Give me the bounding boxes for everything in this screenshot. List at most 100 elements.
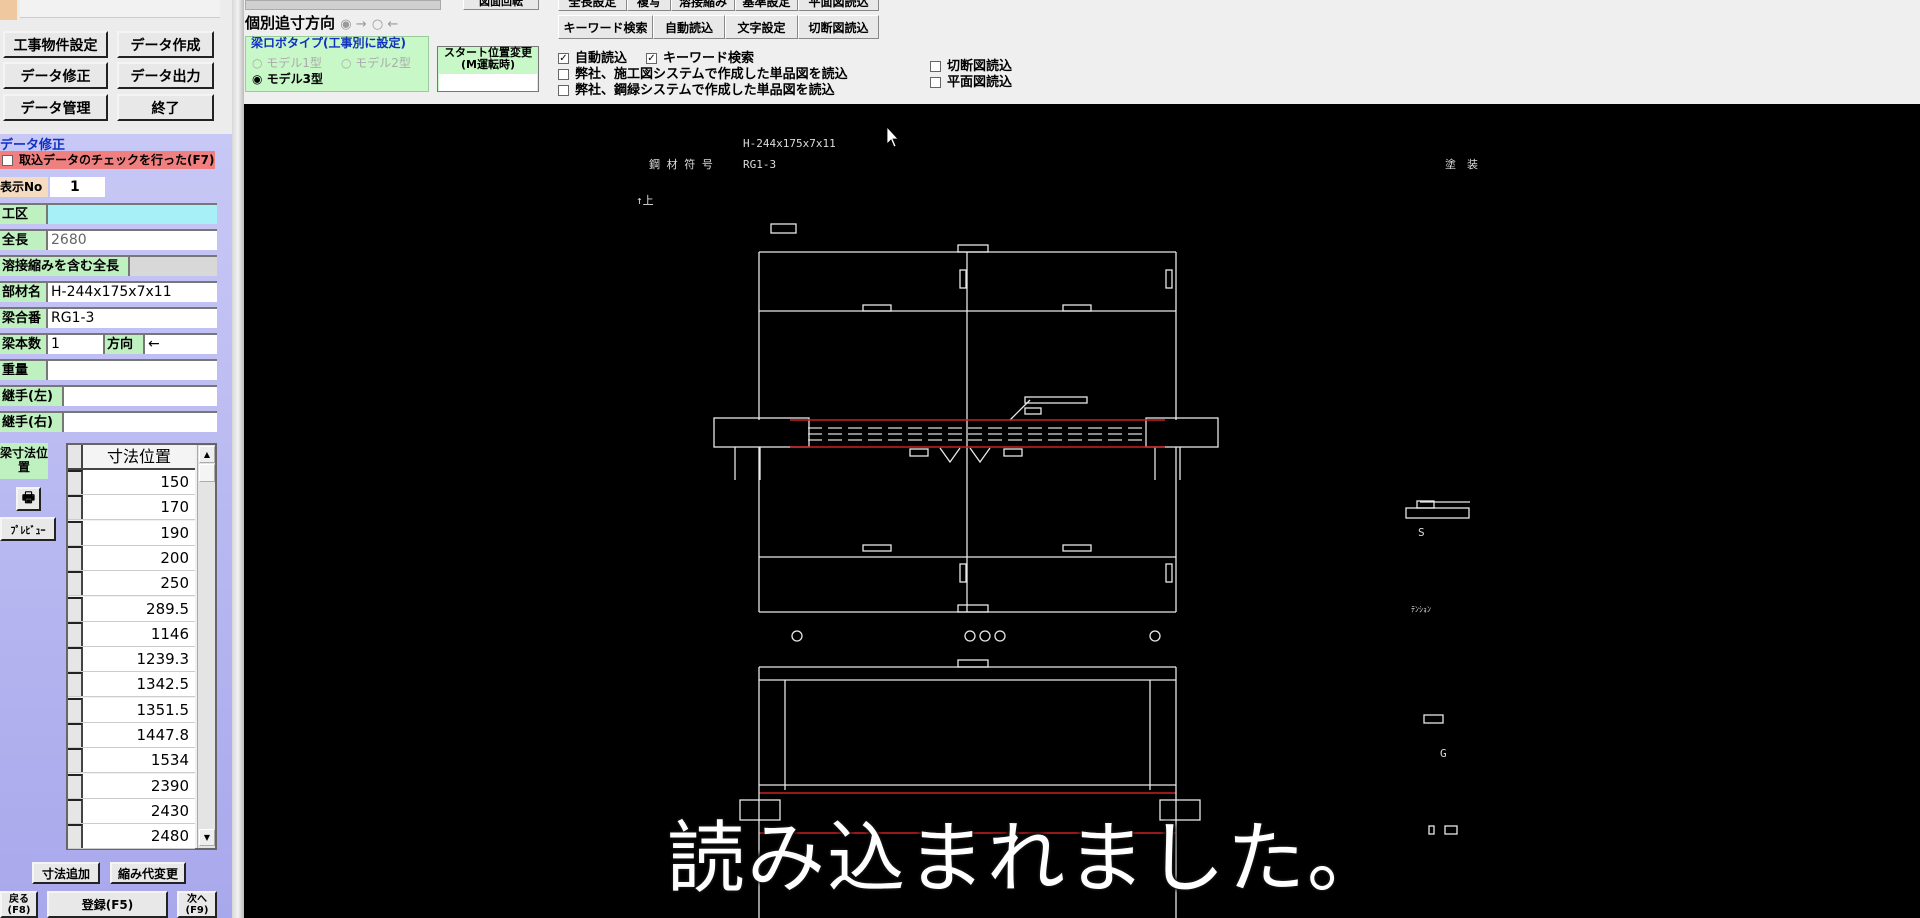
back-button[interactable]: 戻る(F8) [0, 891, 38, 918]
table-row[interactable]: 1534 [68, 748, 195, 774]
row-selector[interactable] [68, 545, 83, 570]
table-row[interactable]: 1146 [68, 621, 195, 647]
drawing-mark-text: RG1-3 [743, 158, 776, 171]
print-button[interactable]: 🖶 [16, 487, 41, 511]
table-row[interactable]: 2480 [68, 824, 195, 850]
rotate-drawing-button[interactable]: 図面回転 [463, 0, 539, 10]
length-field[interactable]: 2680 [48, 231, 217, 250]
register-button[interactable]: 登録(F5) [47, 891, 168, 918]
check-done-checkbox[interactable] [2, 155, 13, 166]
dim-position-cell[interactable]: 2430 [83, 798, 195, 823]
drawing-canvas[interactable]: H-244x175x7x11 鋼 材 符 号 RG1-3 塗 装 ↑上 S ﾃﾝ… [244, 104, 1920, 918]
dim-position-cell[interactable]: 1534 [83, 748, 195, 773]
export-data-button[interactable]: データ出力 [117, 62, 214, 89]
toolbar-button[interactable]: 全長設定 [558, 0, 627, 11]
create-data-button[interactable]: データ作成 [117, 31, 214, 58]
model2-radio[interactable]: ○ モデル2型 [341, 54, 411, 71]
plan-load-check[interactable]: 平面図読込 [930, 71, 1012, 90]
table-row[interactable]: 250 [68, 571, 195, 597]
toolbar-button[interactable]: 複写 [627, 0, 671, 11]
start-position-input[interactable] [439, 74, 537, 91]
dim-position-cell[interactable]: 150 [83, 470, 195, 494]
direction-field[interactable]: ← [145, 335, 217, 354]
dim-position-cell[interactable]: 1239.3 [83, 647, 195, 672]
table-row[interactable]: 1447.8 [68, 723, 195, 748]
table-row[interactable]: 289.5 [68, 596, 195, 622]
table-row[interactable]: 1351.5 [68, 697, 195, 723]
dim-position-cell[interactable]: 1447.8 [83, 723, 195, 747]
table-row[interactable]: 170 [68, 495, 195, 521]
dim-position-cell[interactable]: 2390 [83, 773, 195, 798]
table-row[interactable]: 150 [68, 470, 195, 495]
count-field[interactable]: 1 [48, 335, 103, 354]
dim-position-cell[interactable]: 1146 [83, 621, 195, 646]
dir-left-radio[interactable]: ○ ← [372, 17, 398, 32]
row-selector[interactable] [68, 571, 83, 596]
row-selector[interactable] [68, 495, 83, 520]
toolbar-button[interactable]: 溶接縮み [671, 0, 735, 11]
steel-system-check[interactable]: 弊社、鋼緑システムで作成した単品図を読込 [558, 79, 835, 98]
toolbar-button[interactable]: 切断図読込 [798, 15, 879, 39]
row-selector[interactable] [68, 748, 83, 773]
field-row-weight: 重量 [0, 359, 217, 380]
row-selector[interactable] [68, 647, 83, 672]
scroll-up-icon[interactable]: ▲ [199, 446, 215, 463]
scroll-thumb[interactable] [199, 464, 215, 482]
dim-position-cell[interactable]: 1351.5 [83, 697, 195, 722]
start-position-sub: (M運転時) [460, 58, 515, 71]
dim-position-cell[interactable]: 190 [83, 520, 195, 545]
project-settings-button[interactable]: 工事物件設定 [3, 31, 108, 58]
model3-radio[interactable]: ◉ モデル3型 [252, 70, 323, 87]
row-selector[interactable] [68, 798, 83, 823]
member-name-field[interactable]: H-244x175x7x11 [48, 283, 217, 302]
toolbar-button[interactable]: キーワード検索 [558, 15, 653, 39]
edit-data-button[interactable]: データ修正 [3, 62, 108, 89]
table-row[interactable]: 2430 [68, 798, 195, 824]
row-selector[interactable] [68, 520, 83, 545]
steel-system-checkbox[interactable] [558, 85, 569, 96]
row-selector[interactable] [68, 672, 83, 697]
next-button[interactable]: 次へ(F9) [177, 891, 217, 918]
table-row[interactable]: 1342.5 [68, 672, 195, 698]
dim-position-cell[interactable]: 170 [83, 495, 195, 520]
dir-right-radio[interactable]: ◉ → [340, 17, 366, 32]
drawing-section-text: H-244x175x7x11 [743, 137, 836, 150]
plan-load-checkbox[interactable] [930, 77, 941, 88]
dim-position-cell[interactable]: 200 [83, 545, 195, 570]
preview-button[interactable]: ﾌﾟﾚﾋﾞｭｰ [0, 517, 56, 541]
manage-data-button[interactable]: データ管理 [3, 94, 108, 121]
table-row[interactable]: 200 [68, 545, 195, 571]
toolbar-button[interactable]: 基準設定 [735, 0, 798, 11]
dim-position-cell[interactable]: 2480 [83, 824, 195, 849]
change-shrink-button[interactable]: 縮み代変更 [110, 862, 186, 884]
toolbar-button[interactable]: 平面図読込 [798, 0, 879, 11]
toolbar-button[interactable]: 自動読込 [653, 15, 725, 39]
joint-left-field[interactable] [64, 387, 217, 406]
table-row[interactable]: 1239.3 [68, 647, 195, 673]
check-done-row[interactable]: 取込データのチェックを行った(F7) [0, 151, 215, 169]
table-scrollbar[interactable]: ▲ ▼ [197, 445, 215, 848]
panel-splitter[interactable] [232, 0, 244, 918]
beam-no-field[interactable]: RG1-3 [48, 309, 217, 328]
row-selector[interactable] [68, 596, 83, 621]
dim-position-cell[interactable]: 289.5 [83, 596, 195, 621]
koku-field[interactable] [48, 205, 217, 224]
table-row[interactable]: 2390 [68, 773, 195, 799]
dim-position-cell[interactable]: 250 [83, 571, 195, 596]
model1-radio[interactable]: ○ モデル1型 [252, 54, 322, 71]
display-no-field[interactable]: 1 [50, 177, 105, 197]
weight-field[interactable] [48, 361, 217, 380]
toolbar-button[interactable]: 文字設定 [725, 15, 798, 39]
add-dimension-button[interactable]: 寸法追加 [32, 862, 100, 884]
row-selector[interactable] [68, 470, 83, 494]
row-selector[interactable] [68, 824, 83, 849]
row-selector[interactable] [68, 697, 83, 722]
exit-button[interactable]: 終了 [117, 94, 214, 121]
row-selector[interactable] [68, 723, 83, 747]
row-selector[interactable] [68, 773, 83, 798]
table-row[interactable]: 190 [68, 520, 195, 546]
joint-right-field[interactable] [64, 413, 217, 432]
dim-position-cell[interactable]: 1342.5 [83, 672, 195, 697]
scroll-down-icon[interactable]: ▼ [199, 829, 215, 846]
row-selector[interactable] [68, 621, 83, 646]
